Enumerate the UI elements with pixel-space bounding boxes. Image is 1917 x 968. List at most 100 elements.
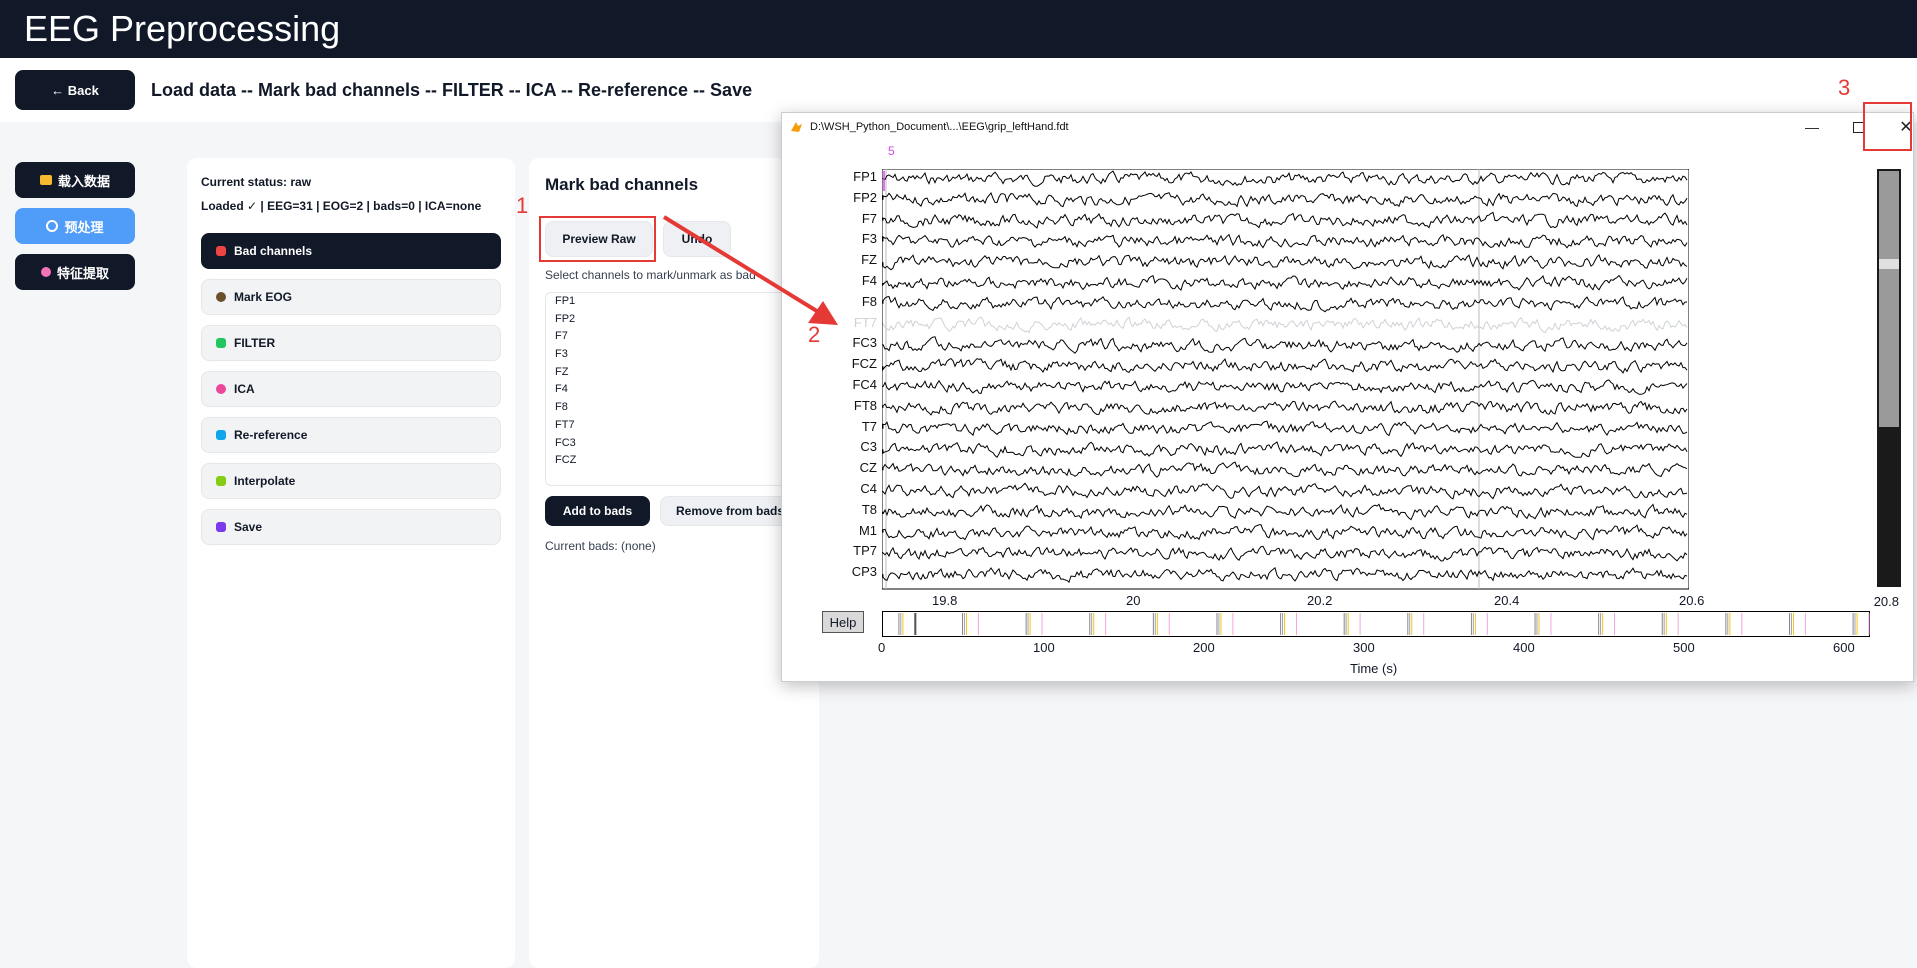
step-label: Bad channels (234, 244, 313, 258)
step-interpolate[interactable]: Interpolate (201, 463, 501, 499)
time-axis: 19.8 20 20.2 20.4 20.6 (882, 593, 1704, 609)
maximize-icon (1852, 121, 1864, 133)
channel-label[interactable]: FT8 (854, 398, 877, 413)
brain-icon (216, 384, 226, 394)
overview-bar[interactable] (882, 611, 1870, 637)
current-status: Current status: raw (201, 175, 312, 189)
list-item[interactable]: FZ (546, 364, 786, 382)
help-button[interactable]: Help (822, 611, 864, 633)
remove-from-bads-button[interactable]: Remove from bads (660, 496, 800, 526)
channel-label[interactable]: FT7 (854, 315, 877, 330)
channel-scrollbar[interactable] (1877, 169, 1901, 587)
nav-feature-extract-button[interactable]: 特征提取 (15, 254, 135, 290)
channel-label[interactable]: T8 (862, 502, 877, 517)
channel-label[interactable]: F8 (862, 294, 877, 309)
step-ica[interactable]: ICA (201, 371, 501, 407)
highlight-box-close (1863, 102, 1912, 151)
list-item[interactable]: FT7 (546, 417, 786, 435)
overview-axis: 0 100 200 300 400 500 600 (878, 640, 1870, 656)
app-logo-icon (791, 122, 802, 132)
channel-label[interactable]: T7 (862, 419, 877, 434)
x-tick: 20.2 (1307, 593, 1333, 608)
step-label: Save (234, 520, 263, 534)
scrollbar-track-filled (1879, 171, 1899, 427)
add-to-bads-button[interactable]: Add to bads (545, 496, 650, 526)
channel-label[interactable]: FC3 (852, 335, 877, 350)
window-title: D:\WSH_Python_Document\...\EEG\grip_left… (810, 121, 1069, 133)
list-item[interactable]: FCZ (546, 452, 786, 470)
annotation-number: 1 (516, 193, 529, 218)
highlight-box-preview (539, 216, 656, 262)
step-mark-eog[interactable]: Mark EOG (201, 279, 501, 315)
back-button[interactable]: ← Back (15, 70, 135, 110)
minimize-button[interactable]: — (1794, 115, 1830, 139)
floppy-icon (216, 522, 226, 532)
step-filter[interactable]: FILTER (201, 325, 501, 361)
repeat-icon (216, 430, 226, 440)
x-tick: 20.8 (1873, 594, 1899, 609)
overview-tick: 100 (1033, 640, 1055, 655)
overview-tick: 600 (1833, 640, 1855, 655)
overview-tick: 500 (1673, 640, 1695, 655)
x-tick: 20.4 (1494, 593, 1520, 608)
minimize-icon: — (1805, 119, 1819, 135)
overview-tick: 400 (1513, 640, 1535, 655)
overview-tick: 200 (1193, 640, 1215, 655)
channel-label[interactable]: TP7 (853, 543, 877, 558)
workflow-steps: Load data -- Mark bad channels -- FILTER… (151, 80, 753, 100)
plot-frame (882, 169, 1689, 590)
channel-label[interactable]: FP2 (853, 190, 877, 205)
app-title: EEG Preprocessing (24, 8, 341, 49)
chemistry-icon (216, 246, 226, 256)
channel-label[interactable]: M1 (859, 523, 877, 538)
list-item[interactable]: F4 (546, 381, 786, 399)
app-header: EEG Preprocessing (0, 0, 1917, 58)
step-save[interactable]: Save (201, 509, 501, 545)
overview-view-window[interactable] (914, 613, 917, 635)
nav-preprocess-button[interactable]: 预处理 (15, 208, 135, 244)
scrollbar-thumb[interactable] (1879, 259, 1899, 269)
channel-label[interactable]: F3 (862, 231, 877, 246)
scale-label: 5 (888, 144, 895, 158)
step-label: Re-reference (234, 428, 308, 442)
channel-label[interactable]: CZ (860, 460, 877, 475)
loaded-status: Loaded ✓ | EEG=31 | EOG=2 | bads=0 | ICA… (201, 199, 482, 213)
annotation-arrow (662, 215, 838, 325)
channel-label[interactable]: C4 (860, 481, 877, 496)
overview-tick: 300 (1353, 640, 1375, 655)
step-bad-channels[interactable]: Bad channels (201, 233, 501, 269)
nav-label: 载入数据 (57, 173, 110, 189)
section-title: Mark bad channels (545, 175, 699, 194)
step-label: Interpolate (234, 474, 296, 488)
step-label: FILTER (234, 336, 276, 350)
current-bads-text: Current bads: (none) (545, 539, 656, 553)
nav-label: 预处理 (64, 219, 104, 235)
puzzle-icon (216, 476, 226, 486)
x-tick: 19.8 (932, 593, 958, 608)
channel-label[interactable]: CP3 (852, 564, 877, 579)
step-label: ICA (234, 382, 255, 396)
palette-icon (40, 267, 51, 277)
channel-label[interactable]: FCZ (852, 356, 877, 371)
list-item[interactable]: F8 (546, 399, 786, 417)
nav-load-data-button[interactable]: 载入数据 (15, 162, 135, 198)
x-tick: 20 (1126, 593, 1141, 608)
pen-icon (216, 338, 226, 348)
step-label: Mark EOG (234, 290, 293, 304)
x-axis-label: Time (s) (1350, 661, 1398, 676)
raw-browser-window: D:\WSH_Python_Document\...\EEG\grip_left… (781, 112, 1914, 682)
overview-tick: 0 (878, 640, 886, 655)
channel-label[interactable]: C3 (860, 439, 877, 454)
list-item[interactable]: FC3 (546, 435, 786, 453)
channel-label[interactable]: FC4 (852, 377, 877, 392)
step-re-reference[interactable]: Re-reference (201, 417, 501, 453)
annotation-number: 3 (1838, 75, 1851, 100)
nav-label: 特征提取 (56, 265, 109, 281)
channel-label[interactable]: F4 (862, 273, 877, 288)
channel-label[interactable]: FP1 (853, 169, 877, 184)
list-item[interactable]: F3 (546, 346, 786, 364)
eye-icon (216, 292, 226, 302)
folder-icon (39, 175, 52, 185)
channel-label[interactable]: F7 (862, 211, 877, 226)
channel-label[interactable]: FZ (861, 252, 877, 267)
